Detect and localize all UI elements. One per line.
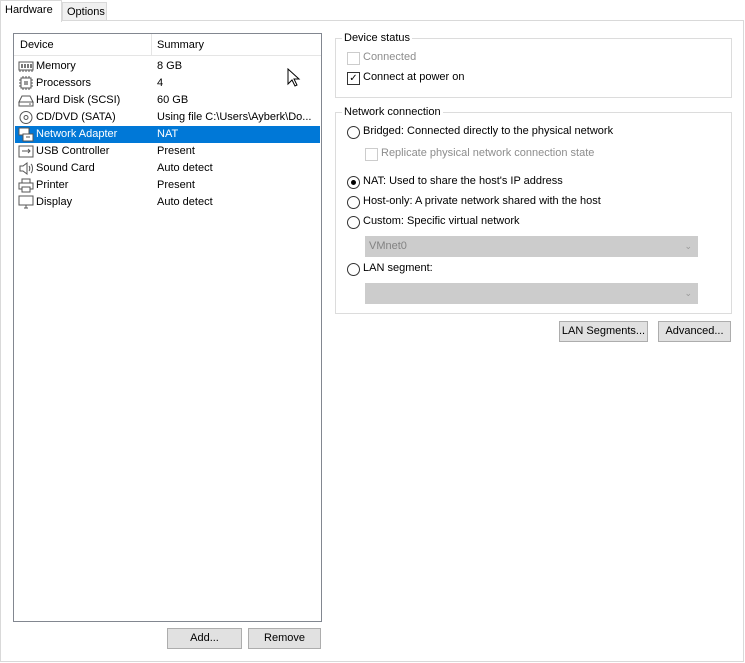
connect-at-power-on-label: Connect at power on bbox=[363, 71, 465, 83]
device-row-network-adapter[interactable]: Network Adapter NAT bbox=[15, 126, 320, 143]
device-name: Display bbox=[36, 196, 73, 208]
device-name: USB Controller bbox=[36, 145, 110, 157]
device-row-hard-disk[interactable]: Hard Disk (SCSI) 60 GB bbox=[15, 92, 320, 109]
device-name: CD/DVD (SATA) bbox=[36, 111, 116, 123]
lan-segment-label: LAN segment: bbox=[363, 262, 433, 274]
network-connection-title: Network connection bbox=[342, 105, 443, 119]
device-name: Memory bbox=[36, 60, 76, 72]
lan-segments-button[interactable]: LAN Segments... bbox=[559, 321, 648, 342]
device-row-printer[interactable]: Printer Present bbox=[15, 177, 320, 194]
device-summary: Auto detect bbox=[157, 196, 213, 208]
device-status-title: Device status bbox=[342, 31, 413, 45]
lan-segment-select[interactable]: ⌄ bbox=[365, 283, 698, 304]
display-icon bbox=[18, 195, 34, 209]
column-header-device[interactable]: Device bbox=[14, 34, 152, 56]
device-list[interactable]: Device Summary Memory 8 GB Processors 4 … bbox=[13, 33, 322, 622]
bridged-radio-button[interactable] bbox=[347, 126, 360, 139]
device-summary: Present bbox=[157, 179, 195, 191]
device-row-memory[interactable]: Memory 8 GB bbox=[15, 58, 320, 75]
device-name: Printer bbox=[36, 179, 69, 191]
list-header: Device Summary bbox=[14, 34, 321, 56]
printer-icon bbox=[18, 178, 34, 193]
connected-label: Connected bbox=[363, 51, 417, 63]
custom-network-select[interactable]: VMnet0 ⌄ bbox=[365, 236, 698, 257]
memory-icon bbox=[18, 61, 34, 72]
device-summary: Auto detect bbox=[157, 162, 213, 174]
device-row-sound-card[interactable]: Sound Card Auto detect bbox=[15, 160, 320, 177]
usb-controller-icon bbox=[18, 145, 34, 158]
lan-segment-radio-button[interactable] bbox=[347, 263, 360, 276]
device-name: Processors bbox=[36, 77, 92, 89]
network-connection-group: Network connection Bridged: Connected di… bbox=[335, 105, 732, 314]
device-row-cd-dvd[interactable]: CD/DVD (SATA) Using file C:\Users\Ayberk… bbox=[15, 109, 320, 126]
nat-radio-button[interactable] bbox=[347, 176, 360, 189]
connected-check-box[interactable] bbox=[347, 52, 360, 65]
hard-disk-icon bbox=[18, 95, 34, 107]
device-summary: NAT bbox=[157, 128, 179, 140]
custom-label: Custom: Specific virtual network bbox=[363, 215, 520, 227]
custom-radio-button[interactable] bbox=[347, 216, 360, 229]
device-name: Network Adapter bbox=[36, 128, 118, 140]
device-row-display[interactable]: Display Auto detect bbox=[15, 194, 320, 211]
tab-options[interactable]: Options bbox=[62, 2, 107, 21]
sound-card-icon bbox=[19, 162, 33, 175]
column-header-summary[interactable]: Summary bbox=[152, 34, 321, 56]
processor-icon bbox=[19, 76, 33, 90]
host-only-radio-button[interactable] bbox=[347, 196, 360, 209]
device-summary: Using file C:\Users\Ayberk\Do... bbox=[157, 111, 312, 123]
device-name: Hard Disk (SCSI) bbox=[36, 94, 121, 106]
host-only-label: Host-only: A private network shared with… bbox=[363, 195, 601, 207]
mouse-pointer-icon bbox=[287, 68, 301, 87]
device-row-usb-controller[interactable]: USB Controller Present bbox=[15, 143, 320, 160]
chevron-down-icon: ⌄ bbox=[684, 288, 692, 298]
advanced-button[interactable]: Advanced... bbox=[658, 321, 731, 342]
custom-network-value: VMnet0 bbox=[369, 240, 407, 252]
nat-label: NAT: Used to share the host's IP address bbox=[363, 175, 563, 187]
device-name: Sound Card bbox=[36, 162, 95, 174]
cd-dvd-icon bbox=[19, 111, 33, 124]
device-summary: Present bbox=[157, 145, 195, 157]
replicate-check-box[interactable] bbox=[365, 148, 378, 161]
replicate-label: Replicate physical network connection st… bbox=[381, 147, 595, 159]
network-adapter-icon bbox=[18, 127, 34, 142]
add-device-button[interactable]: Add... bbox=[167, 628, 242, 649]
chevron-down-icon: ⌄ bbox=[684, 241, 692, 251]
remove-device-button[interactable]: Remove bbox=[248, 628, 321, 649]
bridged-label: Bridged: Connected directly to the physi… bbox=[363, 125, 614, 137]
device-status-group: Device status Connected ✓ Connect at pow… bbox=[335, 31, 732, 98]
device-summary: 60 GB bbox=[157, 94, 189, 106]
tab-hardware[interactable]: Hardware bbox=[0, 0, 62, 22]
connect-at-power-on-check-box[interactable]: ✓ bbox=[347, 72, 360, 85]
device-row-processors[interactable]: Processors 4 bbox=[15, 75, 320, 92]
